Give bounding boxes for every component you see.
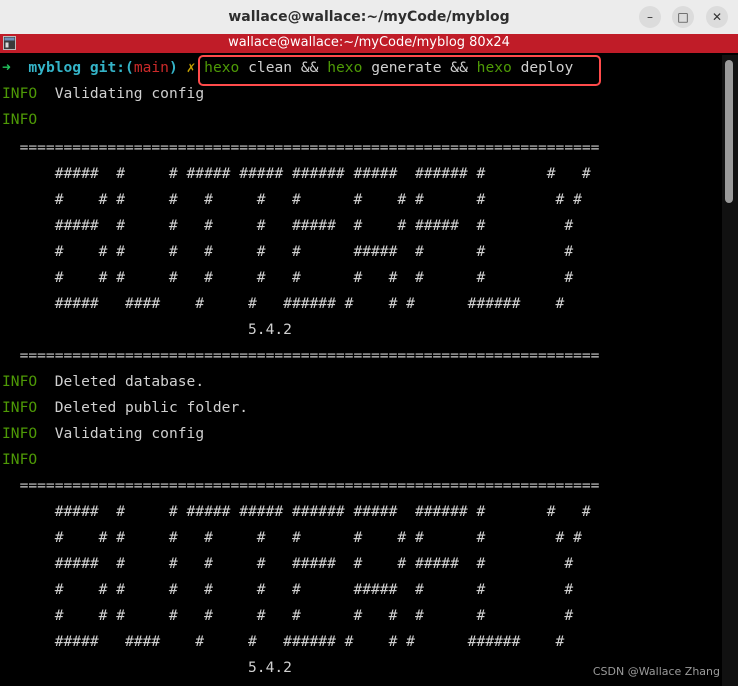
banner-version: 5.4.2 (2, 659, 292, 676)
tab-title: wallace@wallace:~/myCode/myblog 80x24 (228, 35, 510, 50)
banner-art-line: ##### # # # # ##### # # ##### # # (2, 217, 574, 234)
command-highlight-box (198, 55, 601, 86)
info-label: INFO (2, 451, 38, 468)
banner-rule: ========================================… (2, 477, 600, 494)
log-line: INFO (2, 447, 37, 473)
prompt-directory: myblog (28, 59, 82, 76)
window-title: wallace@wallace:~/myCode/myblog (228, 9, 510, 25)
info-label: INFO (2, 85, 38, 102)
banner-art-line: # # # # # # # # # # # # # (2, 529, 582, 546)
banner-art-line: # # # # # # # # # # # # (2, 269, 574, 286)
terminal-output[interactable]: ➜ myblog git:(main) ✗ hexo clean && hexo… (0, 55, 722, 686)
minimize-button[interactable]: – (639, 6, 661, 28)
minimize-icon: – (647, 10, 653, 24)
log-message: Validating config (54, 85, 205, 102)
banner-art-line: ##### # # ##### ##### ###### ##### #####… (2, 503, 591, 520)
prompt-dirty-marker: ✗ (186, 59, 196, 76)
log-message: Validating config (54, 425, 205, 442)
prompt-git-label: git:( (89, 59, 134, 76)
terminal-window: wallace@wallace:~/myCode/myblog – □ ✕ wa… (0, 0, 738, 686)
banner-art-line: ##### #### # # ###### # # # ###### # (2, 633, 565, 650)
log-line: INFO Validating config (2, 421, 204, 447)
info-label: INFO (2, 399, 38, 416)
close-button[interactable]: ✕ (706, 6, 728, 28)
terminal-tab-bar: wallace@wallace:~/myCode/myblog 80x24 (0, 34, 738, 53)
banner-rule: ========================================… (2, 347, 600, 364)
log-message: Deleted database. (54, 373, 205, 390)
log-message: Deleted public folder. (54, 399, 249, 416)
banner-rule: ========================================… (2, 139, 600, 156)
banner-art-line: ##### # # ##### ##### ###### ##### #####… (2, 165, 591, 182)
banner-version: 5.4.2 (2, 321, 292, 338)
banner-art-line: ##### # # # # ##### # # ##### # # (2, 555, 574, 572)
log-line: INFO (2, 107, 37, 133)
banner-art-line: # # # # # # # ##### # # # (2, 581, 574, 598)
close-icon: ✕ (711, 10, 723, 24)
prompt-branch: main (133, 59, 169, 76)
prompt-arrow-icon: ➜ (2, 59, 11, 76)
maximize-button[interactable]: □ (672, 6, 694, 28)
banner-art-line: # # # # # # # # # # # # (2, 607, 574, 624)
info-label: INFO (2, 111, 38, 128)
watermark: CSDN @Wallace Zhang (592, 665, 720, 678)
banner-art-line: # # # # # # # # # # # # # (2, 191, 582, 208)
log-line: INFO Deleted public folder. (2, 395, 248, 421)
prompt-git-close: ) (168, 59, 178, 76)
log-line: INFO Deleted database. (2, 369, 204, 395)
info-label: INFO (2, 425, 38, 442)
info-label: INFO (2, 373, 38, 390)
log-line: INFO Validating config (2, 81, 204, 107)
maximize-icon: □ (677, 10, 689, 24)
banner-art-line: ##### #### # # ###### # # # ###### # (2, 295, 565, 312)
scrollbar-thumb[interactable] (725, 60, 733, 203)
banner-art-line: # # # # # # # ##### # # # (2, 243, 574, 260)
title-bar[interactable]: wallace@wallace:~/myCode/myblog – □ ✕ (0, 0, 738, 34)
